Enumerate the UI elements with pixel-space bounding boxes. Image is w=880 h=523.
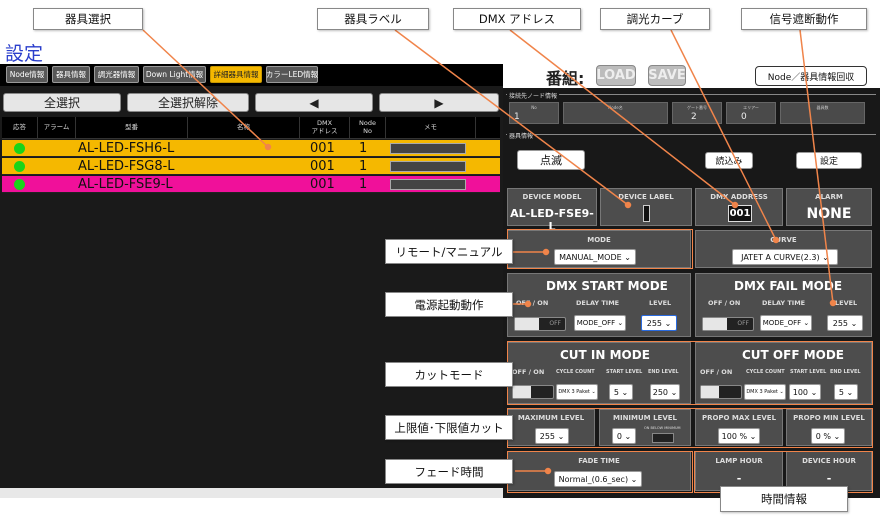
dmx-fail-level-select[interactable]: 255 ⌄	[827, 315, 863, 331]
dmx-start-delay-select[interactable]: MODE_OFF ⌄	[574, 315, 626, 331]
divider	[506, 134, 876, 135]
blink-button[interactable]: 点滅	[517, 150, 585, 170]
annotation-cut-mode: カットモード	[385, 362, 513, 387]
annotation-fixture-label: 器具ラベル	[317, 8, 429, 30]
row-node-no: 1	[359, 177, 368, 192]
row-dmx: 001	[310, 177, 335, 192]
node-info-collect-button[interactable]: Node／器具情報回収	[755, 66, 867, 86]
dmx-start-mode-box: DMX START MODE OFF / ON DELAY TIME LEVEL…	[507, 273, 691, 337]
annotation-limits: 上限値･下限値カット	[385, 415, 513, 440]
node-no-field: No 1	[509, 102, 559, 124]
tab-node-info[interactable]: Node情報	[6, 66, 48, 83]
col-alarm: アラーム	[38, 117, 76, 139]
annotation-dimming-curve: 調光カーブ	[600, 8, 710, 30]
row-model: AL-LED-FSG8-L	[78, 159, 175, 174]
left-arrow-icon: ◀	[309, 95, 319, 110]
divider	[506, 94, 876, 95]
chevron-down-icon: ⌄	[617, 319, 624, 327]
highlight-limits	[507, 408, 873, 448]
chevron-down-icon: ⌄	[664, 318, 672, 328]
fixture-info-title: 器具情報	[507, 131, 536, 140]
right-arrow-icon: ▶	[434, 95, 444, 110]
area-field: エリアー 0	[726, 102, 776, 124]
highlight-mode	[507, 229, 693, 269]
select-all-button[interactable]: 全選択	[3, 93, 121, 112]
col-name: 名称	[188, 117, 300, 139]
col-dmx-address: DMX アドレス	[300, 117, 350, 139]
row-dmx: 001	[310, 141, 335, 156]
row-memo-field[interactable]	[390, 143, 466, 154]
annotation-fixture-select: 器具選択	[33, 8, 143, 30]
chevron-down-icon: ⌄	[850, 318, 858, 328]
col-memo: メモ	[386, 117, 476, 139]
device-label-input[interactable]	[643, 205, 650, 222]
table-row[interactable]: AL-LED-FSG8-L 001 1	[2, 158, 500, 175]
device-model-box: DEVICE MODEL AL-LED-FSE9-L	[507, 188, 597, 233]
page-title: 設定	[5, 43, 44, 65]
tab-bar: Node情報 器具情報 調光器情報 Down Light情報 詳細器具情報 カラ…	[0, 64, 503, 86]
col-node-no: Node No	[350, 117, 386, 139]
annotation-fade-time: フェード時間	[385, 459, 513, 484]
dmx-fail-mode-box: DMX FAIL MODE OFF / ON DELAY TIME LEVEL …	[695, 273, 872, 337]
table-row[interactable]: AL-LED-FSH6-L 001 1	[2, 140, 500, 157]
gate-no-field: ゲート番号 2	[672, 102, 722, 124]
table-row[interactable]: AL-LED-FSE9-L 001 1	[2, 176, 500, 193]
alarm-value: NONE	[806, 206, 852, 222]
tab-fixture-info[interactable]: 器具情報	[52, 66, 90, 83]
deselect-all-button[interactable]: 全選択解除	[127, 93, 249, 112]
row-node-no: 1	[359, 159, 368, 174]
dmx-start-level-select[interactable]: 255 ⌄	[641, 315, 677, 331]
curve-select[interactable]: JATET A CURVE(2.3) ⌄	[732, 249, 838, 265]
save-button[interactable]: SAVE	[648, 65, 686, 86]
highlight-fade	[507, 451, 693, 493]
table-header: 応答 アラーム 型番 名称 DMX アドレス Node No メモ	[2, 117, 500, 139]
program-label: 番組:	[546, 69, 585, 88]
dmx-address-box: DMX ADDRESS 001	[695, 188, 783, 226]
row-model: AL-LED-FSE9-L	[78, 177, 173, 192]
response-led-icon	[14, 143, 25, 154]
response-led-icon	[14, 161, 25, 172]
annotation-remote-manual: リモート/マニュアル	[385, 239, 513, 264]
set-button[interactable]: 設定	[796, 152, 862, 169]
node-name-field: Node名	[563, 102, 668, 124]
row-memo-field[interactable]	[390, 179, 466, 190]
horizontal-scrollbar[interactable]	[0, 488, 503, 498]
annotation-signal-loss: 信号遮断動作	[741, 8, 867, 30]
conn-node-title: 接続先ノード情報	[507, 91, 560, 100]
alarm-box: ALARM NONE	[786, 188, 872, 226]
next-page-button[interactable]: ▶	[379, 93, 499, 112]
fixture-count-field: 器具数	[780, 102, 865, 124]
dmx-start-toggle[interactable]: OFF	[514, 317, 566, 331]
col-response: 応答	[2, 117, 38, 139]
tab-dimmer-info[interactable]: 調光器情報	[94, 66, 139, 83]
row-memo-field[interactable]	[390, 161, 466, 172]
chevron-down-icon: ⌄	[803, 319, 810, 327]
col-model: 型番	[76, 117, 188, 139]
dmx-fail-delay-select[interactable]: MODE_OFF ⌄	[760, 315, 812, 331]
dmx-address-input[interactable]: 001	[728, 205, 752, 222]
device-label-box: DEVICE LABEL	[600, 188, 692, 226]
tab-downlight-info[interactable]: Down Light情報	[143, 66, 206, 83]
prev-page-button[interactable]: ◀	[255, 93, 373, 112]
annotation-time-info: 時間情報	[720, 486, 848, 512]
read-button[interactable]: 読込み	[705, 152, 753, 169]
chevron-down-icon: ⌄	[822, 252, 829, 262]
tab-color-led-info[interactable]: カラーLED情報	[266, 66, 318, 83]
dmx-fail-toggle[interactable]: OFF	[702, 317, 754, 331]
load-button[interactable]: LOAD	[596, 65, 636, 86]
tab-detail-fixture-info[interactable]: 詳細器具情報	[210, 66, 262, 83]
row-node-no: 1	[359, 141, 368, 156]
highlight-cut-mode	[507, 341, 873, 405]
curve-box: CURVE JATET A CURVE(2.3) ⌄	[695, 230, 872, 268]
annotation-dmx-address: DMX アドレス	[453, 8, 581, 30]
annotation-power-on: 電源起動動作	[385, 292, 513, 317]
response-led-icon	[14, 179, 25, 190]
row-model: AL-LED-FSH6-L	[78, 141, 175, 156]
row-dmx: 001	[310, 159, 335, 174]
